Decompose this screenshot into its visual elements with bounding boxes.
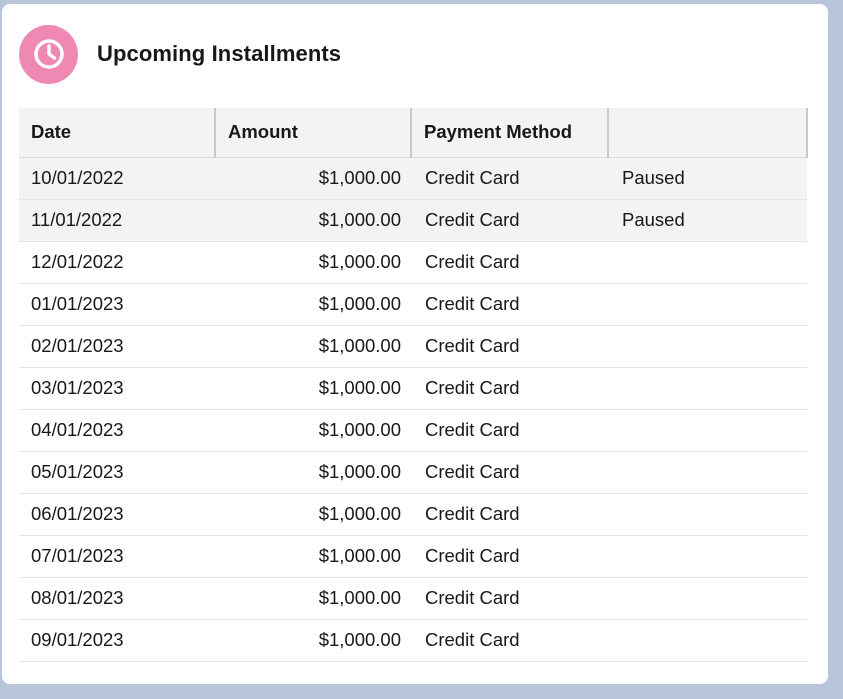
clock-icon: [19, 24, 78, 84]
amount-cell: $1,000.00: [215, 493, 411, 536]
column-header-amount[interactable]: Amount: [215, 108, 412, 158]
status-cell: [608, 241, 807, 284]
status-cell: [608, 367, 807, 410]
date-cell: 04/01/2023: [19, 409, 215, 452]
date-cell: 03/01/2023: [19, 367, 215, 410]
payment-method-cell: Credit Card: [411, 157, 608, 200]
amount-cell: $1,000.00: [215, 325, 411, 368]
column-header-payment-method[interactable]: Payment Method: [411, 108, 609, 158]
payment-method-cell: Credit Card: [411, 199, 608, 242]
status-cell: [608, 577, 807, 620]
table-row[interactable]: 07/01/2023 $1,000.00 Credit Card: [19, 535, 807, 578]
table-row[interactable]: 05/01/2023 $1,000.00 Credit Card: [19, 451, 807, 494]
date-cell: 10/01/2022: [19, 157, 215, 200]
card-title: Upcoming Installments: [97, 41, 342, 66]
status-cell: [608, 619, 807, 662]
status-cell: [608, 535, 807, 578]
status-cell: [608, 283, 807, 326]
amount-cell: $1,000.00: [215, 157, 411, 200]
table-row[interactable]: 10/01/2022 $1,000.00 Credit Card Paused: [19, 157, 807, 200]
status-cell: [608, 451, 807, 494]
amount-cell: $1,000.00: [215, 619, 411, 662]
payment-method-cell: Credit Card: [411, 409, 608, 452]
status-cell: [608, 493, 807, 536]
date-cell: 01/01/2023: [19, 283, 215, 326]
payment-method-cell: Credit Card: [411, 493, 608, 536]
amount-cell: $1,000.00: [215, 409, 411, 452]
status-cell: Paused: [608, 157, 807, 200]
payment-method-cell: Credit Card: [411, 619, 608, 662]
date-cell: 09/01/2023: [19, 619, 215, 662]
status-cell: [608, 409, 807, 452]
amount-cell: $1,000.00: [215, 367, 411, 410]
status-cell: [608, 325, 807, 368]
status-cell: Paused: [608, 199, 807, 242]
table-header-row: Date Amount Payment Method: [19, 108, 808, 158]
table-row[interactable]: 04/01/2023 $1,000.00 Credit Card: [19, 409, 807, 452]
amount-cell: $1,000.00: [215, 241, 411, 284]
column-header-status[interactable]: [608, 108, 808, 158]
table-row[interactable]: 03/01/2023 $1,000.00 Credit Card: [19, 367, 807, 410]
table-row[interactable]: 11/01/2022 $1,000.00 Credit Card Paused: [19, 199, 807, 242]
amount-cell: $1,000.00: [215, 535, 411, 578]
payment-method-cell: Credit Card: [411, 241, 608, 284]
payment-method-cell: Credit Card: [411, 577, 608, 620]
amount-cell: $1,000.00: [215, 451, 411, 494]
date-cell: 08/01/2023: [19, 577, 215, 620]
date-cell: 07/01/2023: [19, 535, 215, 578]
payment-method-cell: Credit Card: [411, 283, 608, 326]
card-header: Upcoming Installments: [19, 23, 341, 85]
amount-cell: $1,000.00: [215, 577, 411, 620]
date-cell: 05/01/2023: [19, 451, 215, 494]
date-cell: 02/01/2023: [19, 325, 215, 368]
table-row[interactable]: 08/01/2023 $1,000.00 Credit Card: [19, 577, 807, 620]
amount-cell: $1,000.00: [215, 283, 411, 326]
date-cell: 06/01/2023: [19, 493, 215, 536]
payment-method-cell: Credit Card: [411, 325, 608, 368]
payment-method-cell: Credit Card: [411, 535, 608, 578]
table-row[interactable]: 12/01/2022 $1,000.00 Credit Card: [19, 241, 807, 284]
amount-cell: $1,000.00: [215, 199, 411, 242]
upcoming-installments-card: Upcoming Installments Date Amount Paymen…: [2, 4, 828, 684]
column-header-date[interactable]: Date: [19, 108, 216, 158]
table-row[interactable]: 02/01/2023 $1,000.00 Credit Card: [19, 325, 807, 368]
payment-method-cell: Credit Card: [411, 451, 608, 494]
installments-table: Date Amount Payment Method 10/01/2022 $1…: [19, 108, 808, 662]
table-row[interactable]: 06/01/2023 $1,000.00 Credit Card: [19, 493, 807, 536]
date-cell: 12/01/2022: [19, 241, 215, 284]
table-row[interactable]: 09/01/2023 $1,000.00 Credit Card: [19, 619, 807, 662]
date-cell: 11/01/2022: [19, 199, 215, 242]
table-row[interactable]: 01/01/2023 $1,000.00 Credit Card: [19, 283, 807, 326]
payment-method-cell: Credit Card: [411, 367, 608, 410]
